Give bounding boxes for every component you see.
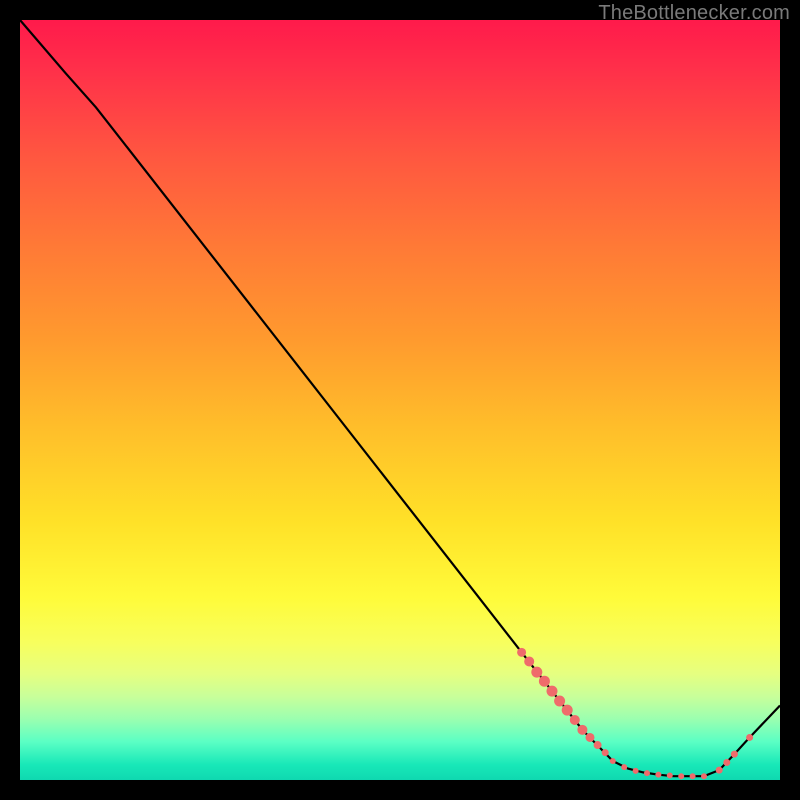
chart-stage: TheBottlenecker.com bbox=[0, 0, 800, 800]
plot-area bbox=[20, 20, 780, 780]
gradient-background bbox=[20, 20, 780, 780]
